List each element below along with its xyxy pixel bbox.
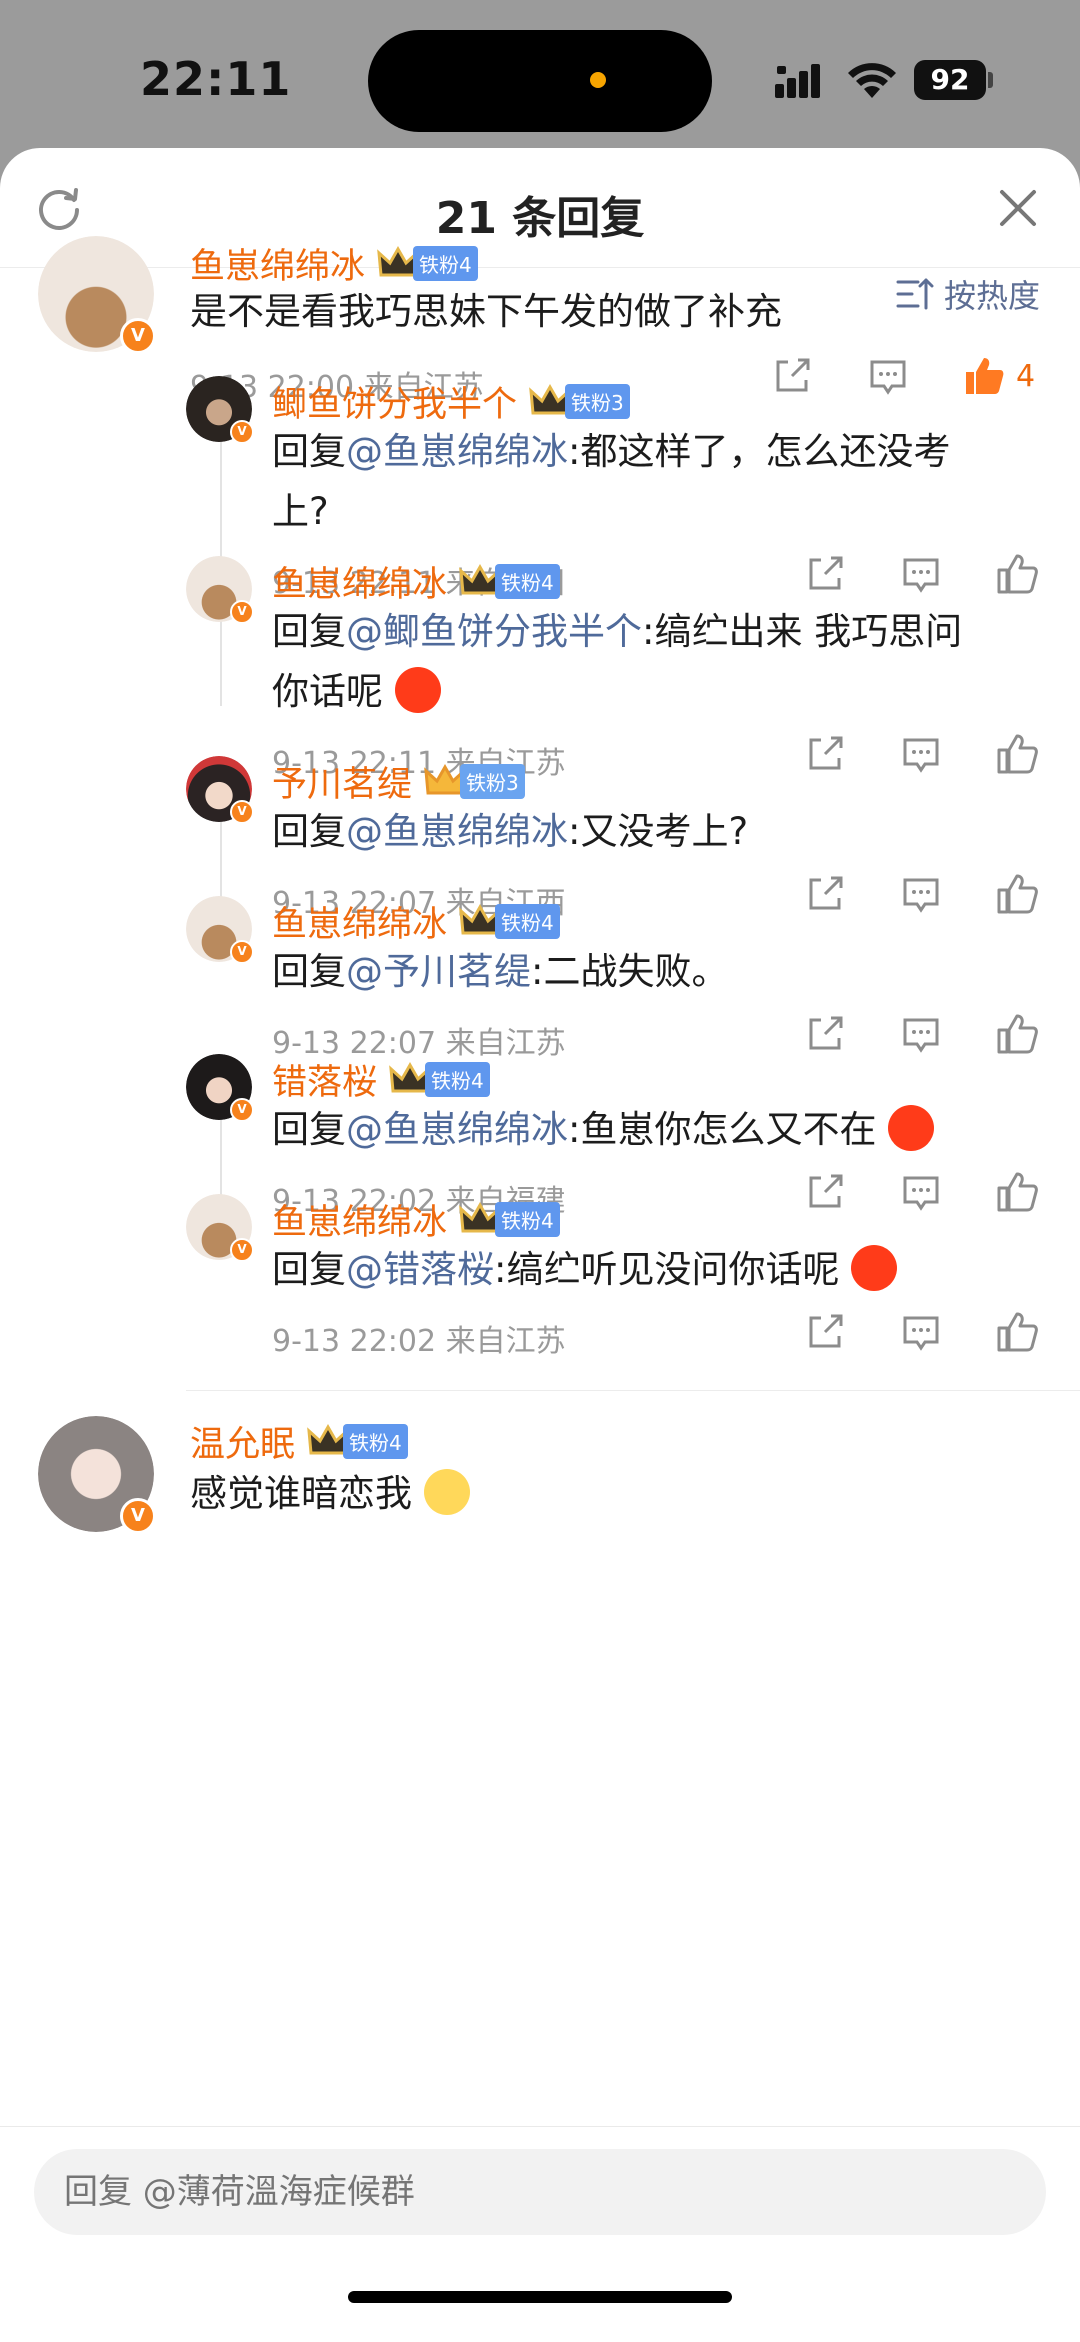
reply-prefix: 回复 bbox=[272, 430, 346, 473]
battery-indicator: 92 bbox=[914, 60, 986, 100]
close-icon[interactable] bbox=[996, 186, 1040, 230]
smirk-emoji-icon bbox=[423, 1468, 470, 1515]
commenter-name[interactable]: 鲫鱼饼分我半个 bbox=[272, 376, 517, 427]
reply-text: 回复@予川茗缇:二战失败。 bbox=[272, 942, 1052, 1002]
like-icon[interactable] bbox=[995, 1310, 1039, 1354]
comment-text: 感觉谁暗恋我 bbox=[190, 1464, 470, 1524]
reply-body-cont: 你话呢 bbox=[272, 670, 383, 713]
reply-body: :缟纻听见没问你话呢 bbox=[494, 1248, 840, 1291]
fan-badge[interactable]: 铁粉3 bbox=[529, 383, 630, 419]
reply-item: V 鱼崽绵绵冰 铁粉4 回复@错落桜:缟纻听见没问你话呢 9-13 22:02 … bbox=[0, 1194, 1080, 1359]
fan-badge[interactable]: 铁粉4 bbox=[389, 1061, 490, 1097]
reply-item: V 鱼崽绵绵冰 铁粉4 回复@予川茗缇:二战失败。 9-13 22:07 来自江… bbox=[0, 896, 1080, 1061]
fan-badge[interactable]: 铁粉4 bbox=[307, 1423, 408, 1459]
reply-body: :二战失败。 bbox=[531, 950, 729, 993]
comment-text: 是不是看我巧思妹下午发的做了补充 bbox=[190, 290, 782, 333]
reply-body: :又没考上? bbox=[568, 810, 749, 853]
replies-sheet: 21 条回复 按热度 V 鱼崽绵绵冰 铁粉4 是不是看我巧思妹下午发的做了补充 … bbox=[0, 148, 1080, 2342]
reply-prefix: 回复 bbox=[272, 1108, 346, 1151]
reply-body: :鱼崽你怎么又不在 bbox=[568, 1108, 877, 1151]
verified-badge: V bbox=[230, 600, 254, 624]
fan-level: 铁粉3 bbox=[565, 383, 630, 419]
reply-prefix: 回复 bbox=[272, 950, 346, 993]
commenter-name[interactable]: 鱼崽绵绵冰 bbox=[272, 556, 447, 607]
home-indicator bbox=[348, 2291, 732, 2303]
verified-badge: V bbox=[230, 800, 254, 824]
cellular-signal-icon bbox=[775, 64, 820, 98]
reply-input[interactable] bbox=[34, 2149, 1046, 2235]
verified-badge: V bbox=[120, 318, 156, 354]
mention-link[interactable]: @鱼崽绵绵冰 bbox=[346, 1108, 568, 1151]
comment-icon[interactable] bbox=[899, 1310, 943, 1354]
commenter-name[interactable]: 温允眠 bbox=[190, 1416, 295, 1467]
angry-emoji-icon bbox=[394, 666, 441, 713]
reply-prefix: 回复 bbox=[272, 1248, 346, 1291]
reply-text: 回复@错落桜:缟纻听见没问你话呢 bbox=[272, 1240, 1062, 1300]
fan-level: 铁粉4 bbox=[413, 245, 478, 281]
reply-text: 回复@鱼崽绵绵冰:又没考上? bbox=[272, 802, 1052, 862]
fan-level: 铁粉3 bbox=[460, 763, 525, 799]
reply-bar bbox=[0, 2126, 1080, 2342]
verified-badge: V bbox=[230, 1098, 254, 1122]
commenter-name[interactable]: 鱼崽绵绵冰 bbox=[272, 1194, 447, 1245]
share-icon[interactable] bbox=[803, 1012, 847, 1056]
reply-text: 回复@鱼崽绵绵冰:鱼崽你怎么又不在 bbox=[272, 1100, 1062, 1160]
reply-item: V 予川茗缇 铁粉3 回复@鱼崽绵绵冰:又没考上? 9-13 22:07 来自江… bbox=[0, 756, 1080, 921]
reply-text: 回复@鲫鱼饼分我半个:缟纻出来 我巧思问你话呢 bbox=[272, 602, 1052, 722]
fan-badge[interactable]: 铁粉3 bbox=[424, 763, 525, 799]
mention-link[interactable]: @予川茗缇 bbox=[346, 950, 531, 993]
comment-icon[interactable] bbox=[899, 1012, 943, 1056]
fan-badge[interactable]: 铁粉4 bbox=[377, 245, 478, 281]
comment-body: 感觉谁暗恋我 bbox=[190, 1472, 412, 1515]
mention-link[interactable]: @鱼崽绵绵冰 bbox=[346, 430, 568, 473]
verified-badge: V bbox=[230, 1238, 254, 1262]
reply-body: :缟纻出来 我巧思问 bbox=[642, 610, 963, 653]
fan-level: 铁粉4 bbox=[495, 1201, 560, 1237]
status-bar: 22:11 92 bbox=[0, 0, 1080, 150]
fan-level: 铁粉4 bbox=[495, 563, 560, 599]
privacy-indicator bbox=[590, 72, 606, 88]
reply-meta: 9-13 22:02 来自江苏 bbox=[272, 1324, 566, 1359]
angry-emoji-icon bbox=[888, 1104, 935, 1151]
verified-badge: V bbox=[230, 420, 254, 444]
share-icon[interactable] bbox=[803, 1310, 847, 1354]
battery-tip bbox=[988, 72, 993, 88]
status-time: 22:11 bbox=[140, 52, 292, 106]
reply-prefix: 回复 bbox=[272, 610, 346, 653]
wifi-icon bbox=[848, 63, 896, 98]
fan-level: 铁粉4 bbox=[495, 903, 560, 939]
commenter-name[interactable]: 错落桜 bbox=[272, 1054, 377, 1105]
fan-level: 铁粉4 bbox=[343, 1423, 408, 1459]
reply-item: V 错落桜 铁粉4 回复@鱼崽绵绵冰:鱼崽你怎么又不在 9-13 22:02 来… bbox=[0, 1054, 1080, 1219]
verified-badge: V bbox=[120, 1498, 156, 1534]
reply-item: V 鲫鱼饼分我半个 铁粉3 回复@鱼崽绵绵冰:都这样了，怎么还没考 上? 9-13… bbox=[0, 376, 1080, 601]
comment-item: V 温允眠 铁粉4 感觉谁暗恋我 bbox=[0, 1416, 1080, 1546]
reply-body-cont: 上? bbox=[272, 490, 329, 533]
fan-badge[interactable]: 铁粉4 bbox=[459, 563, 560, 599]
mention-link[interactable]: @错落桜 bbox=[346, 1248, 494, 1291]
commenter-name[interactable]: 鱼崽绵绵冰 bbox=[190, 238, 365, 289]
angry-emoji-icon bbox=[851, 1244, 898, 1291]
verified-badge: V bbox=[230, 940, 254, 964]
dynamic-island bbox=[368, 30, 712, 132]
fan-badge[interactable]: 铁粉4 bbox=[459, 903, 560, 939]
reply-body: :都这样了，怎么还没考 bbox=[568, 430, 951, 473]
like-icon[interactable] bbox=[995, 1012, 1039, 1056]
reply-prefix: 回复 bbox=[272, 810, 346, 853]
reply-item: V 鱼崽绵绵冰 铁粉4 回复@鲫鱼饼分我半个:缟纻出来 我巧思问 你话呢 9-13… bbox=[0, 556, 1080, 781]
commenter-name[interactable]: 鱼崽绵绵冰 bbox=[272, 896, 447, 947]
fan-badge[interactable]: 铁粉4 bbox=[459, 1201, 560, 1237]
divider bbox=[186, 1390, 1080, 1391]
commenter-name[interactable]: 予川茗缇 bbox=[272, 756, 412, 807]
mention-link[interactable]: @鲫鱼饼分我半个 bbox=[346, 610, 642, 653]
mention-link[interactable]: @鱼崽绵绵冰 bbox=[346, 810, 568, 853]
fan-level: 铁粉4 bbox=[425, 1061, 490, 1097]
reply-text: 回复@鱼崽绵绵冰:都这样了，怎么还没考上? bbox=[272, 422, 1052, 542]
